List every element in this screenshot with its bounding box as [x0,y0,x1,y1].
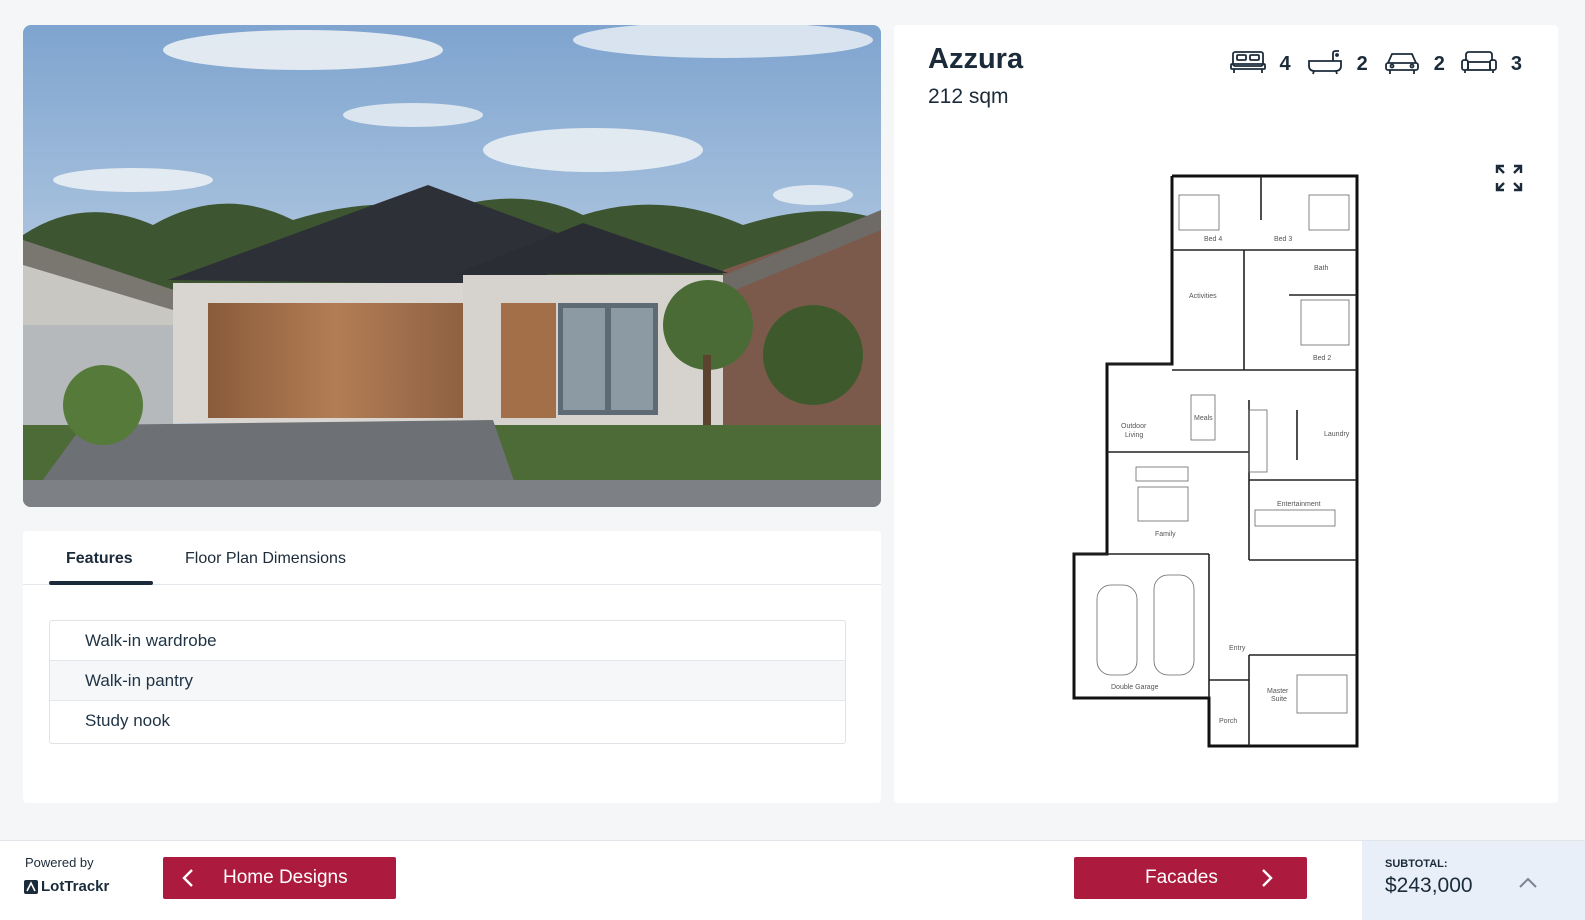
home-area: 212 sqm [928,85,1009,108]
home-name: Azzura [928,43,1024,75]
tab-floor-plan-dimensions[interactable]: Floor Plan Dimensions [185,550,346,568]
subtotal-box: SUBTOTAL: $243,000 [1362,841,1502,920]
svg-text:Meals: Meals [1194,415,1213,422]
svg-text:Double Garage: Double Garage [1111,684,1159,691]
brand-name: LotTrackr [41,878,110,895]
tab-bar: Features Floor Plan Dimensions [23,531,881,585]
spec-bathrooms: 2 [1307,49,1368,80]
svg-text:Living: Living [1125,432,1143,439]
svg-text:Entry: Entry [1229,645,1246,652]
bath-icon [1307,49,1343,80]
svg-text:Family: Family [1155,531,1176,538]
svg-text:Porch: Porch [1219,718,1237,725]
expand-summary-button[interactable] [1502,841,1585,920]
svg-text:Bath: Bath [1314,265,1329,272]
facades-label: Facades [1145,867,1218,888]
floor-plan: Bed 4 Bed 3 Bath Activities Bed 2 Outdoor Li… [1072,174,1359,748]
spec-garage: 2 [1384,49,1445,80]
chevron-left-icon [182,869,193,887]
active-tab-indicator [49,581,153,585]
house-facade-image [23,25,881,507]
home-designs-label: Home Designs [223,867,348,888]
home-specs: 4 2 2 3 [1214,49,1522,80]
features-panel: Features Floor Plan Dimensions Walk-in w… [23,531,881,803]
sofa-icon [1460,49,1497,80]
home-detail-panel: Azzura 212 sqm 4 2 2 3 Bed 4 Bed 3 Bath … [894,25,1558,803]
feature-list: Walk-in wardrobe Walk-in pantry Study no… [49,620,846,744]
list-item: Walk-in pantry [50,661,845,701]
list-item: Walk-in wardrobe [50,621,845,661]
powered-by-label: Powered by [25,855,94,870]
svg-text:Suite: Suite [1271,696,1287,703]
bedrooms-count: 4 [1279,53,1291,75]
chevron-right-icon [1262,869,1273,887]
svg-text:Activities: Activities [1189,293,1217,300]
garage-count: 2 [1433,53,1445,75]
svg-text:Outdoor: Outdoor [1121,423,1147,430]
tab-features[interactable]: Features [66,550,133,568]
spec-bedrooms: 4 [1229,49,1291,80]
svg-text:Laundry: Laundry [1324,431,1350,438]
living-count: 3 [1510,53,1522,75]
bathrooms-count: 2 [1356,53,1368,75]
svg-text:Bed 2: Bed 2 [1313,355,1331,362]
subtotal-label: SUBTOTAL: [1385,858,1448,870]
lottrackr-logo: LotTrackr [24,878,109,895]
svg-text:Bed 3: Bed 3 [1274,236,1292,243]
svg-text:Entertainment: Entertainment [1277,501,1321,508]
svg-text:Bed 4: Bed 4 [1204,236,1222,243]
car-icon [1384,49,1420,80]
expand-icon[interactable] [1495,164,1523,192]
facades-button[interactable]: Facades [1074,857,1307,899]
list-item: Study nook [85,711,171,730]
subtotal-value: $243,000 [1385,874,1473,897]
bottom-bar: Powered by LotTrackr Home Designs Facade… [0,840,1585,920]
lottrackr-logo-icon [24,879,38,894]
spec-living: 3 [1460,49,1522,80]
chevron-up-icon [1519,877,1537,888]
svg-text:Master: Master [1267,688,1289,695]
home-designs-button[interactable]: Home Designs [163,857,396,899]
bed-icon [1229,49,1266,80]
